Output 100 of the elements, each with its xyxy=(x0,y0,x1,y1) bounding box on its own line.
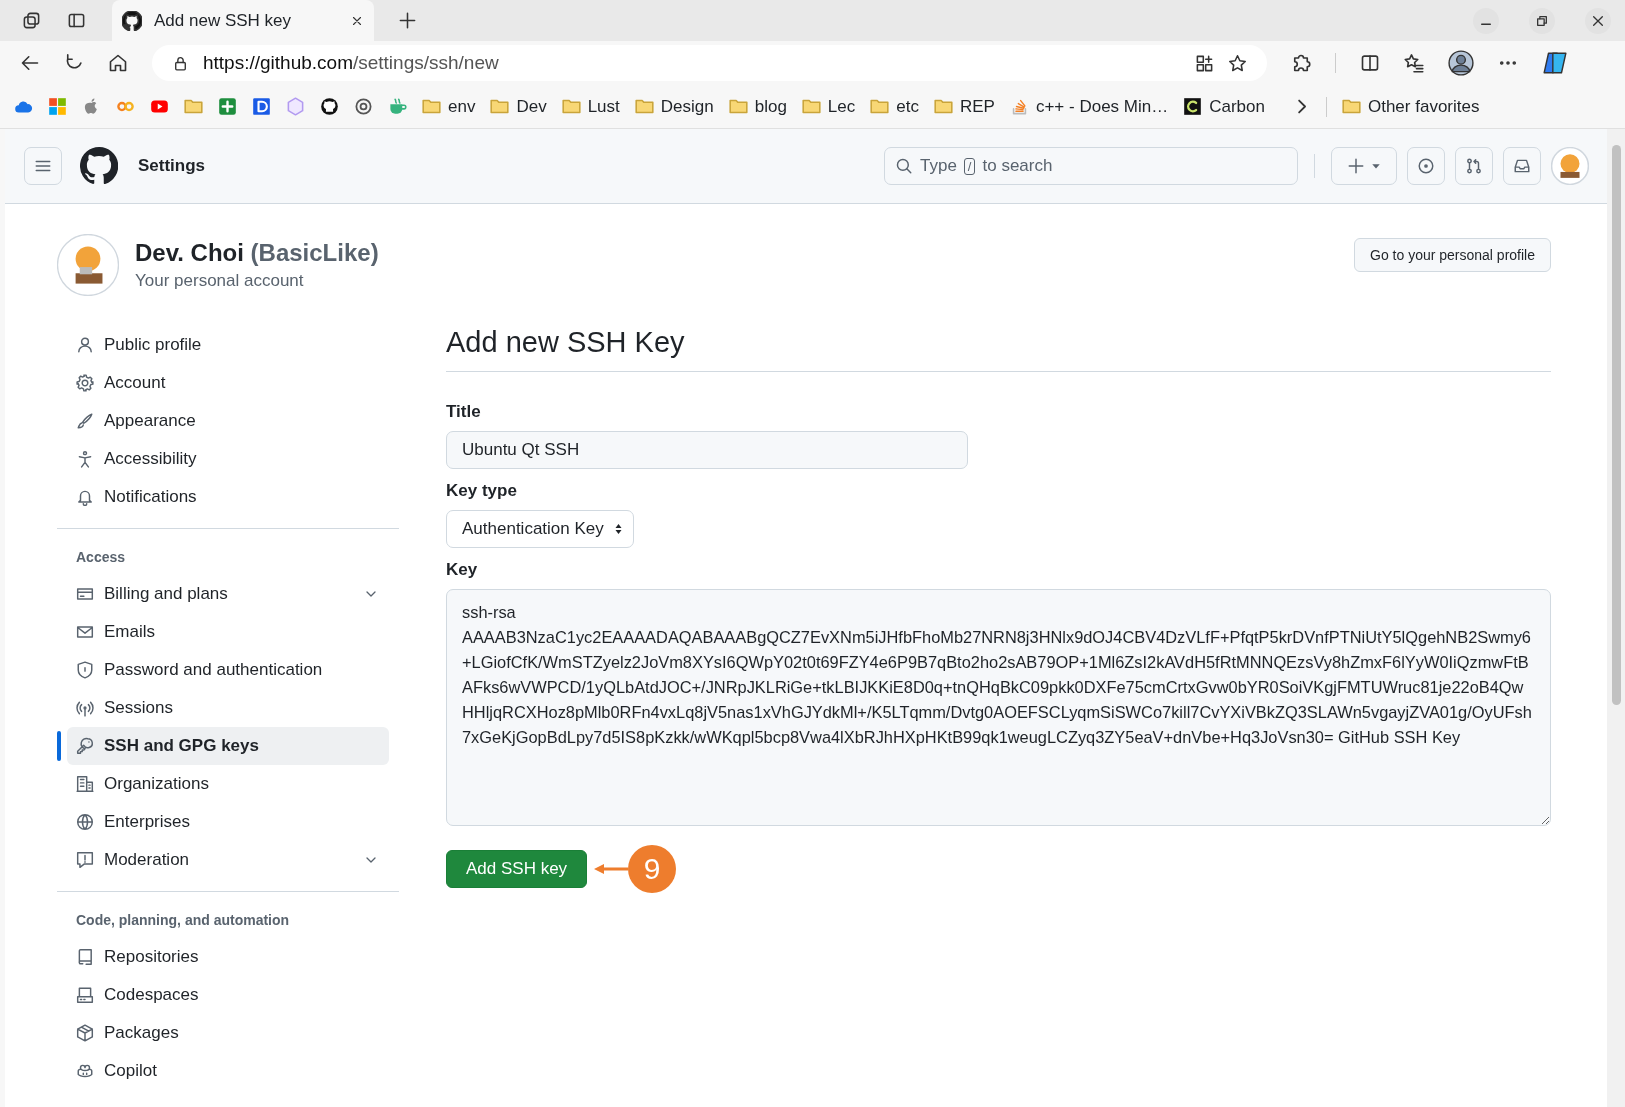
knot-icon[interactable] xyxy=(354,97,373,116)
browser-tab[interactable]: Add new SSH key xyxy=(112,0,374,41)
folder-icon xyxy=(1341,97,1361,116)
windows-logo-icon[interactable] xyxy=(48,97,67,116)
key-icon xyxy=(76,737,94,755)
address-bar[interactable]: https://github.com/settings/ssh/new xyxy=(152,45,1267,81)
lock-icon xyxy=(172,54,189,72)
sidebar-item[interactable]: Password and authentication xyxy=(67,651,389,689)
sidebar-item[interactable]: Copilot xyxy=(67,1052,389,1090)
title-field[interactable]: Ubuntu Qt SSH xyxy=(446,431,968,469)
carbon-logo-icon xyxy=(1183,97,1203,116)
minimize-icon[interactable] xyxy=(1473,7,1499,34)
field-label: Key type xyxy=(446,481,517,501)
sidebar-item[interactable]: Emails xyxy=(67,613,389,651)
page-title[interactable]: Settings xyxy=(138,156,206,176)
sort-arrows-icon xyxy=(613,523,623,535)
puzzle-icon[interactable] xyxy=(1291,53,1311,73)
star-icon[interactable] xyxy=(1228,53,1247,73)
sidebar-item[interactable]: Enterprises xyxy=(67,803,389,841)
close-icon[interactable] xyxy=(1585,7,1611,34)
bookmark[interactable]: Carbon xyxy=(1183,96,1265,117)
create-new-button[interactable] xyxy=(1331,147,1397,185)
bookmark[interactable]: env xyxy=(422,96,476,117)
org-icon xyxy=(76,775,94,793)
bookmark[interactable]: blog xyxy=(728,96,787,117)
folder-icon xyxy=(870,97,890,116)
issues-button[interactable] xyxy=(1407,147,1445,185)
shortcut-key: / xyxy=(963,157,976,175)
user-avatar-icon xyxy=(57,234,119,296)
sidebar-item[interactable]: Codespaces xyxy=(67,976,389,1014)
bookmark[interactable]: Lec xyxy=(801,96,856,117)
sidebar-item[interactable]: Repositories xyxy=(67,938,389,976)
sidebar-item[interactable]: Billing and plans xyxy=(67,575,389,613)
selection-indicator xyxy=(57,731,61,761)
workspaces-icon[interactable] xyxy=(22,11,41,30)
profile-avatar-icon[interactable] xyxy=(1448,50,1474,76)
add-ssh-key-button[interactable]: Add SSH key xyxy=(446,850,588,888)
sidebar-item[interactable]: Notifications xyxy=(67,478,389,516)
bookmark[interactable]: c++ - Does Min… xyxy=(1009,96,1169,117)
sidebar-item[interactable]: Account xyxy=(67,364,389,402)
sidebar-item[interactable]: Sessions xyxy=(67,689,389,727)
bookmark[interactable]: Dev xyxy=(490,96,547,117)
home-icon[interactable] xyxy=(108,53,128,73)
sidebar-item[interactable]: Public profile xyxy=(67,326,389,364)
tab-title: Add new SSH key xyxy=(154,10,292,31)
report-icon xyxy=(76,851,94,869)
account-subtitle: Your personal account xyxy=(135,271,305,291)
step-number: 9 xyxy=(628,845,677,893)
sidebar-item[interactable]: Accessibility xyxy=(67,440,389,478)
restore-icon[interactable] xyxy=(1529,7,1555,34)
folder-icon xyxy=(490,97,510,116)
bookmark[interactable]: Design xyxy=(634,96,714,117)
favorites-icon[interactable] xyxy=(1404,53,1424,73)
sidebar-item[interactable]: SSH and GPG keys xyxy=(67,727,389,765)
user-avatar-icon[interactable] xyxy=(1551,147,1589,185)
d-tile-icon[interactable] xyxy=(252,97,271,116)
pull-requests-button[interactable] xyxy=(1455,147,1493,185)
folder-icon xyxy=(801,97,821,116)
app-grid-icon[interactable] xyxy=(1195,53,1214,73)
bookmark[interactable]: Lust xyxy=(561,96,620,117)
bell-icon xyxy=(76,488,94,506)
access-icon xyxy=(76,450,94,468)
copilot-logo-icon[interactable] xyxy=(1542,50,1568,76)
plus-tile-icon[interactable] xyxy=(218,97,237,116)
folder-icon xyxy=(634,97,654,116)
split-screen-icon[interactable] xyxy=(1360,53,1380,73)
person-icon xyxy=(76,336,94,354)
brush-icon xyxy=(76,412,94,430)
sidebar-item[interactable]: Organizations xyxy=(67,765,389,803)
inbox-button[interactable] xyxy=(1503,147,1541,185)
back-icon[interactable] xyxy=(20,53,40,73)
sidebar-item[interactable]: Appearance xyxy=(67,402,389,440)
scrollbar[interactable] xyxy=(1607,129,1625,1107)
url-text: https://github.com/settings/ssh/new xyxy=(203,52,499,74)
card-icon xyxy=(76,585,94,603)
sidebar-item[interactable]: Moderation xyxy=(67,841,389,879)
search-field[interactable]: Type / to search xyxy=(884,147,1298,185)
new-tab-icon[interactable] xyxy=(398,11,417,30)
radio-icon xyxy=(76,699,94,717)
bookmark[interactable]: Other favorites xyxy=(1341,96,1480,117)
account-name: Dev. Choi (BasicLike) xyxy=(135,239,379,267)
key-field[interactable]: ssh-rsa AAAAB3NzaC1yc2EAAAADAQABAAABgQCZ7EvXNm5iJHfbFhoMb27NRN8j3HNlx9dOJ4CBV4DzVLfF+PfqtP5krDVnfPTNiUtY5lQgehNB2Swmy6+LGiofCfK/WmSTZyelz2JoVm8XYsI6QWpY02t0t69FZY4e6P9B7qBto2ho2sAB79OP+1Ml6ZsI2kAVdH5fRtMNNQEzsVy8hZmxF6lYyW0IiQzmwFtBAFks6wVWPCD/1yQLbAtdJOC+/JNRpJKLRiGe+tkLBIJKKiE8D0q+tnQHqBkC09pkk0DXFe75cmCrtxGvw0bYR0SoiVKgjFMTUWruc81je22oB4QwHHljqRCXHoz8pMlb0RFn4vxLq8jV5nas1xVhGJYdkMl+/K5LTqmm/Dvtg0AOEFSCLyqmSiSWCo7kill7CvYXiVBkZQ3SLAWn5vgayjZVA01g/OyUFsh7xGeKjGopBdLpy7d5IS8pKzkk/wWKqpl5bcp8Vwa4lXbRJhHXpHKtB99qk1weugLCZyq3ZY5eaV+dnVbe+Hq3JoVsn30= GitHub SSH Key xyxy=(446,589,1551,826)
arrow-icon xyxy=(594,863,629,875)
github-logo-icon[interactable] xyxy=(320,97,339,116)
form-heading: Add new SSH Key xyxy=(446,326,1551,372)
key-type-select[interactable]: Authentication Key xyxy=(446,510,634,548)
plus-icon xyxy=(1347,157,1365,175)
tab-actions-icon[interactable] xyxy=(67,11,86,30)
codespaces-icon xyxy=(76,986,94,1004)
profile-button[interactable]: Go to your personal profile xyxy=(1354,238,1551,272)
gear-icon xyxy=(76,374,94,392)
menu-button[interactable] xyxy=(24,147,62,185)
bookmark[interactable]: REP xyxy=(933,96,995,117)
issue-circle-icon xyxy=(1417,157,1435,175)
shield-icon xyxy=(76,661,94,679)
bookmark[interactable]: etc xyxy=(870,96,919,117)
package-icon xyxy=(76,1024,94,1042)
github-logo-icon[interactable] xyxy=(80,147,118,185)
sidebar-item[interactable]: Packages xyxy=(67,1014,389,1052)
globe-icon xyxy=(76,813,94,831)
